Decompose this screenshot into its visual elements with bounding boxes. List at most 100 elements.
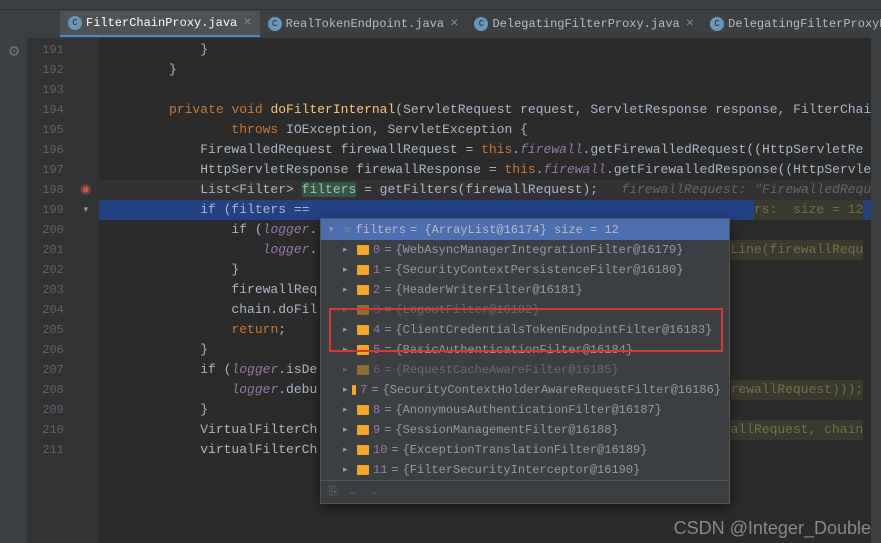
- copy-icon[interactable]: ⎘: [329, 485, 339, 499]
- tab-label: RealTokenEndpoint.java: [286, 17, 444, 31]
- gutter-spot: [74, 260, 98, 280]
- equals: =: [384, 363, 391, 377]
- line-number: 206: [28, 340, 74, 360]
- gutter-spot: [74, 60, 98, 80]
- tab-realtokenendpoint[interactable]: C RealTokenEndpoint.java ×: [260, 12, 467, 36]
- gutter-spot: [74, 240, 98, 260]
- chevron-right-icon[interactable]: ▸: [343, 405, 353, 415]
- left-toolbar: ⚙: [0, 38, 28, 543]
- window-toolbar: [0, 0, 881, 10]
- line-number: 204: [28, 300, 74, 320]
- popup-item[interactable]: ▸1 = {SecurityContextPersistenceFilter@1…: [321, 260, 729, 280]
- chevron-right-icon[interactable]: ▸: [343, 385, 348, 395]
- item-index: 5: [373, 343, 380, 357]
- code-line: private void doFilterInternal(ServletReq…: [99, 100, 872, 120]
- breakpoint-icon[interactable]: ◉: [74, 180, 98, 200]
- popup-item[interactable]: ▸ 10 = {ExceptionTranslationFilter@16189}: [321, 440, 729, 460]
- gutter-spot: [74, 340, 98, 360]
- item-value: {LogoutFilter@16182}: [395, 303, 539, 317]
- chevron-right-icon[interactable]: ▸: [343, 425, 353, 435]
- chevron-right-icon[interactable]: ▸: [343, 445, 353, 455]
- java-class-icon: C: [474, 17, 488, 31]
- popup-item[interactable]: ▸4 = {ClientCredentialsTokenEndpointFilt…: [321, 320, 729, 340]
- line-number: 194: [28, 100, 74, 120]
- code-line: List<Filter> filters = getFilters(firewa…: [99, 180, 872, 200]
- forward-icon[interactable]: →: [370, 485, 377, 499]
- equals: =: [384, 403, 391, 417]
- gutter-spot: [74, 160, 98, 180]
- line-number: 197: [28, 160, 74, 180]
- gutter-icons: ◉ ▾: [74, 38, 99, 543]
- gear-icon[interactable]: ⚙: [4, 44, 24, 64]
- line-number-gutter: 191 192 193 194 195 196 197 198 199 200 …: [28, 38, 74, 543]
- gutter-spot: [74, 280, 98, 300]
- equals: =: [384, 323, 391, 337]
- chevron-right-icon[interactable]: ▸: [343, 325, 353, 335]
- line-number: 201: [28, 240, 74, 260]
- popup-header[interactable]: ▾ ∞ filters = {ArrayList@16174} size = 1…: [321, 219, 729, 240]
- line-number: 191: [28, 40, 74, 60]
- line-number: 199: [28, 200, 74, 220]
- line-number: 198: [28, 180, 74, 200]
- object-icon: [357, 345, 369, 355]
- line-number: 211: [28, 440, 74, 460]
- chevron-right-icon[interactable]: ▸: [343, 305, 353, 315]
- watermark: CSDN @Integer_Double: [674, 518, 871, 539]
- popup-item[interactable]: ▸11 = {FilterSecurityInterceptor@16190}: [321, 460, 729, 480]
- gutter-spot: [74, 360, 98, 380]
- close-icon[interactable]: ×: [686, 16, 694, 32]
- popup-item[interactable]: ▸2 = {HeaderWriterFilter@16181}: [321, 280, 729, 300]
- item-value: {ExceptionTranslationFilter@16189}: [403, 443, 648, 457]
- object-icon: [357, 425, 369, 435]
- popup-item[interactable]: ▸8 = {AnonymousAuthenticationFilter@1618…: [321, 400, 729, 420]
- equals: =: [384, 423, 391, 437]
- java-class-icon: C: [68, 16, 82, 30]
- line-number: 208: [28, 380, 74, 400]
- line-number: 207: [28, 360, 74, 380]
- scrollbar[interactable]: [871, 38, 881, 543]
- gutter-spot: [74, 140, 98, 160]
- item-index: 9: [373, 423, 380, 437]
- popup-item[interactable]: ▸0 = {WebAsyncManagerIntegrationFilter@1…: [321, 240, 729, 260]
- line-number: 202: [28, 260, 74, 280]
- chevron-right-icon[interactable]: ▸: [343, 245, 353, 255]
- object-icon: [357, 305, 369, 315]
- line-number: 210: [28, 420, 74, 440]
- chevron-down-icon[interactable]: ▾: [329, 225, 339, 235]
- item-index: 10: [373, 443, 387, 457]
- gutter-spot: [74, 440, 98, 460]
- tab-label: DelegatingFilterProxyRegistrationBean.ja: [728, 17, 881, 31]
- chevron-right-icon[interactable]: ▸: [343, 285, 353, 295]
- object-icon: [357, 245, 369, 255]
- code-line: }: [99, 40, 872, 60]
- line-number: 209: [28, 400, 74, 420]
- equals: =: [384, 243, 391, 257]
- close-icon[interactable]: ×: [243, 15, 251, 31]
- popup-item[interactable]: ▸3 = {LogoutFilter@16182}: [321, 300, 729, 320]
- chevron-right-icon[interactable]: ▸: [343, 465, 353, 475]
- item-value: {SecurityContextHolderAwareRequestFilter…: [383, 383, 721, 397]
- line-number: 205: [28, 320, 74, 340]
- popup-item[interactable]: ▸9 = {SessionManagementFilter@16188}: [321, 420, 729, 440]
- foldable-icon[interactable]: ▾: [74, 200, 98, 220]
- code-line: FirewalledRequest firewallRequest = this…: [99, 140, 872, 160]
- chevron-right-icon[interactable]: ▸: [343, 365, 353, 375]
- gutter-spot: [74, 300, 98, 320]
- tab-filterchainproxy[interactable]: C FilterChainProxy.java ×: [60, 11, 260, 37]
- item-index: 3: [373, 303, 380, 317]
- line-number: 195: [28, 120, 74, 140]
- equals: =: [391, 443, 398, 457]
- popup-toolbar: ⎘ ← →: [321, 480, 729, 503]
- tab-delegatingfilterproxy[interactable]: C DelegatingFilterProxy.java ×: [466, 12, 702, 36]
- tab-delegatingfilterproxyregistration[interactable]: C DelegatingFilterProxyRegistrationBean.…: [702, 13, 881, 35]
- popup-item[interactable]: ▸7 = {SecurityContextHolderAwareRequestF…: [321, 380, 729, 400]
- back-icon[interactable]: ←: [351, 485, 358, 499]
- line-number: 196: [28, 140, 74, 160]
- chevron-right-icon[interactable]: ▸: [343, 345, 353, 355]
- close-icon[interactable]: ×: [450, 16, 458, 32]
- popup-item[interactable]: ▸5 = {BasicAuthenticationFilter@16184}: [321, 340, 729, 360]
- popup-item[interactable]: ▸6 = {RequestCacheAwareFilter@16185}: [321, 360, 729, 380]
- chevron-right-icon[interactable]: ▸: [343, 265, 353, 275]
- object-icon: [357, 405, 369, 415]
- item-value: {ClientCredentialsTokenEndpointFilter@16…: [395, 323, 712, 337]
